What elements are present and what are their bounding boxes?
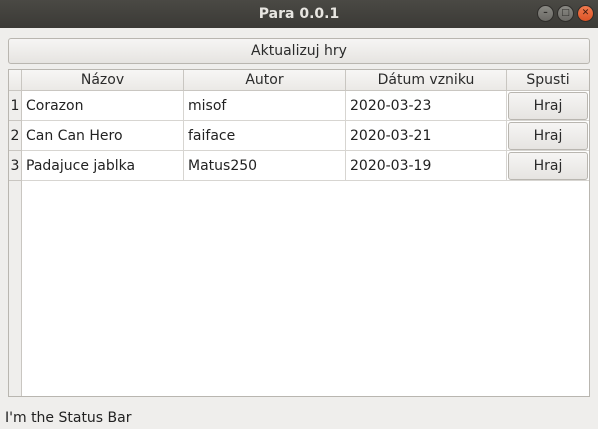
cell-author[interactable]: misof — [184, 91, 346, 121]
window-title: Para 0.0.1 — [258, 6, 340, 22]
column-header-launch[interactable]: Spusti — [507, 70, 589, 91]
column-header-name[interactable]: Názov — [22, 70, 184, 91]
cell-author[interactable]: Matus250 — [184, 151, 346, 181]
table-row: 3 Padajuce jablka Matus250 2020-03-19 Hr… — [9, 151, 589, 181]
status-bar: I'm the Status Bar — [5, 410, 132, 426]
table-row: 2 Can Can Hero faiface 2020-03-21 Hraj — [9, 121, 589, 151]
cell-name[interactable]: Padajuce jablka — [22, 151, 184, 181]
play-button[interactable]: Hraj — [508, 91, 588, 120]
window-titlebar[interactable]: Para 0.0.1 – □ ✕ — [0, 0, 598, 28]
table-corner[interactable] — [9, 70, 22, 91]
window-controls: – □ ✕ — [537, 5, 594, 22]
minimize-icon[interactable]: – — [537, 5, 554, 22]
column-header-date[interactable]: Dátum vzniku — [346, 70, 507, 91]
cell-author[interactable]: faiface — [184, 121, 346, 151]
play-button[interactable]: Hraj — [508, 121, 588, 150]
games-table: Názov Autor Dátum vzniku Spusti 1 Corazo… — [8, 69, 590, 397]
cell-launch: Hraj — [507, 121, 589, 151]
maximize-icon[interactable]: □ — [557, 5, 574, 22]
row-number[interactable]: 3 — [9, 151, 22, 181]
update-games-button[interactable]: Aktualizuj hry — [8, 38, 590, 64]
cell-date[interactable]: 2020-03-21 — [346, 121, 507, 151]
cell-name[interactable]: Corazon — [22, 91, 184, 121]
cell-date[interactable]: 2020-03-23 — [346, 91, 507, 121]
cell-name[interactable]: Can Can Hero — [22, 121, 184, 151]
row-number[interactable]: 1 — [9, 91, 22, 121]
play-button[interactable]: Hraj — [508, 151, 588, 180]
cell-launch: Hraj — [507, 91, 589, 121]
row-number[interactable]: 2 — [9, 121, 22, 151]
close-icon[interactable]: ✕ — [577, 5, 594, 22]
cell-date[interactable]: 2020-03-19 — [346, 151, 507, 181]
column-header-author[interactable]: Autor — [184, 70, 346, 91]
cell-launch: Hraj — [507, 151, 589, 181]
table-row: 1 Corazon misof 2020-03-23 Hraj — [9, 91, 589, 121]
